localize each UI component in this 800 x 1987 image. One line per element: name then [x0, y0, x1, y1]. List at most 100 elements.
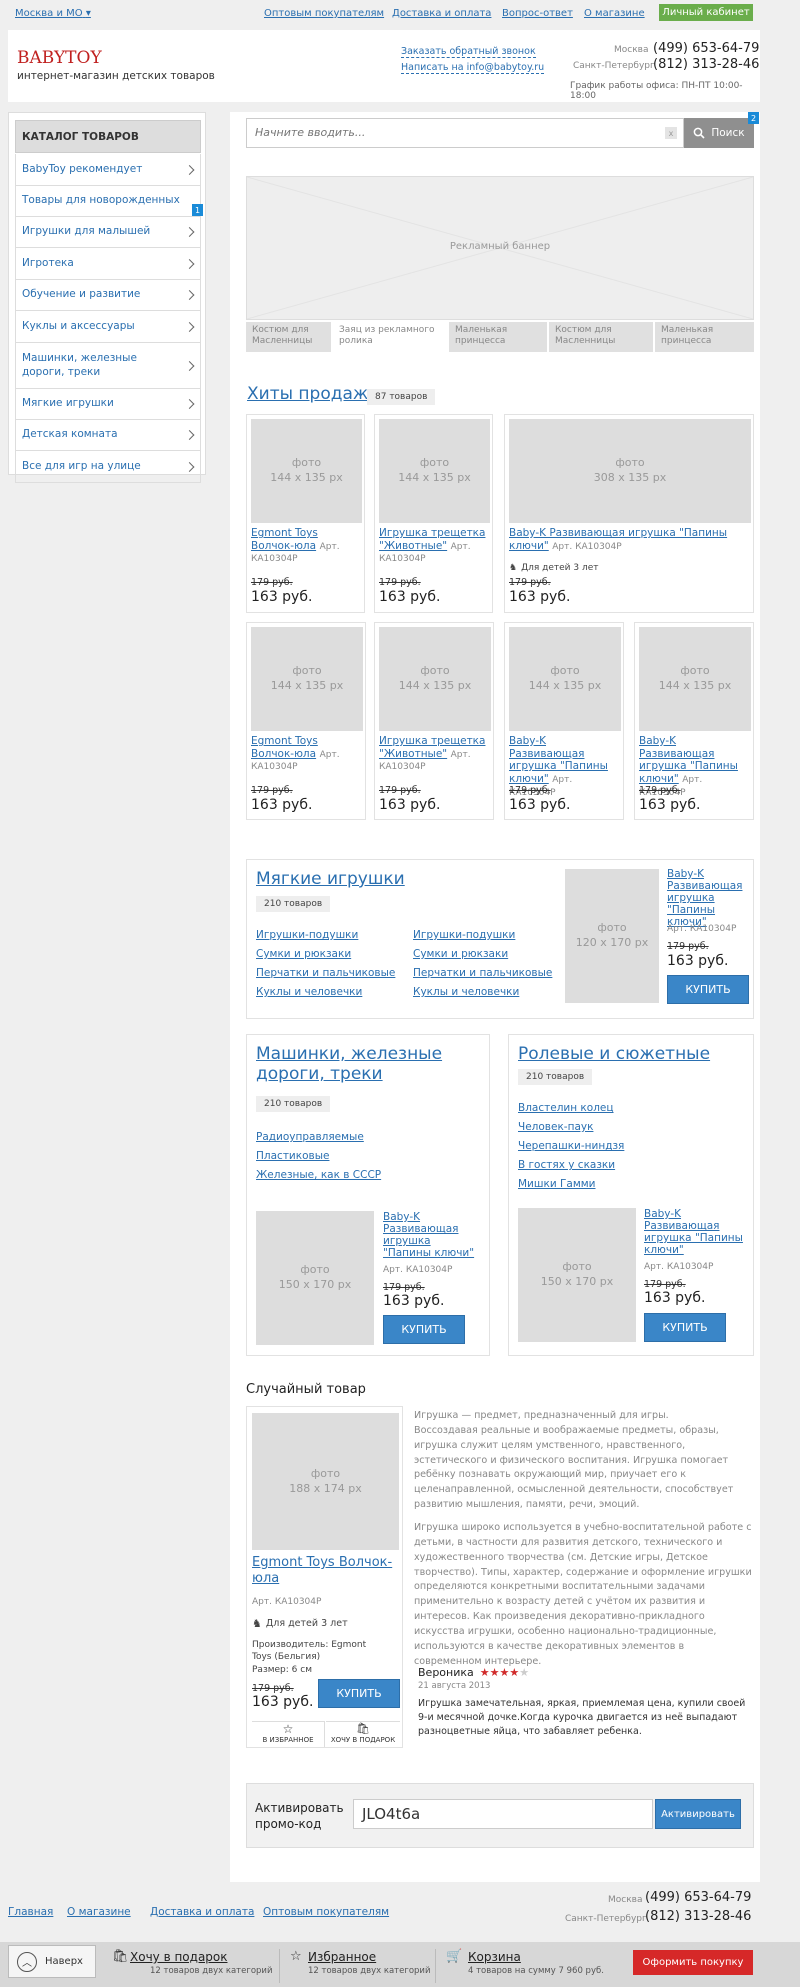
product-title[interactable]: Baby-K Развивающая игрушка "Папины ключи… [667, 868, 751, 928]
subcategory-link[interactable]: Мишки Гамми [518, 1178, 596, 1190]
callback-link[interactable]: Заказать обратный звонок [401, 46, 536, 58]
ad-banner[interactable]: Рекламный баннер [246, 176, 754, 320]
product-title[interactable]: Egmont Toys Волчок-юла [251, 527, 318, 552]
product-photo[interactable]: фото 144 x 135 px [251, 627, 363, 731]
product-photo[interactable]: фото 120 x 170 px [565, 869, 659, 1003]
banner-tab[interactable]: Заяц из рекламного ролика [333, 322, 447, 352]
chevron-right-icon [184, 290, 195, 300]
buy-button[interactable]: КУПИТЬ [644, 1313, 726, 1342]
buy-button[interactable]: КУПИТЬ [318, 1679, 400, 1708]
soft-toys-count: 210 товаров [256, 896, 331, 912]
banner-tab[interactable]: Маленькая принцесса [449, 322, 547, 352]
product-photo[interactable]: фото 144 x 135 px [379, 419, 490, 523]
photo-label: фото [419, 456, 450, 470]
sidebar-item[interactable]: Машинки, железные дороги, треки [15, 343, 201, 389]
random-heading: Случайный товар [246, 1382, 366, 1397]
sidebar-item[interactable]: Мягкие игрушки [15, 389, 201, 420]
subcategory-link[interactable]: Куклы и человечки [413, 986, 519, 998]
subcategory-link[interactable]: Игрушки-подушки [256, 929, 358, 941]
product-title[interactable]: Egmont Toys Волчок-юла [251, 735, 318, 760]
wishlist-title[interactable]: Хочу в подарок [130, 1950, 228, 1964]
footer-link[interactable]: Главная [8, 1906, 53, 1918]
footer-link[interactable]: Оптовым покупателям [263, 1906, 389, 1918]
subcategory-link[interactable]: Радиоуправляемые [256, 1131, 364, 1143]
sidebar-item[interactable]: BabyToy рекомендует [15, 154, 201, 186]
email-link[interactable]: Написать на info@babytoy.ru [401, 62, 545, 74]
product-title[interactable]: Egmont Toys Волчок-юла [252, 1555, 400, 1586]
hits-title[interactable]: Хиты продаж [247, 384, 368, 404]
subcategory-link[interactable]: Человек-паук [518, 1121, 593, 1133]
sidebar-item[interactable]: Игрушки для малышей [15, 217, 201, 248]
region-selector[interactable]: Москва и МО ▾ [15, 8, 91, 19]
wish-gift-button[interactable]: 🛍 ХОЧУ В ПОДАРОК [326, 1721, 400, 1747]
gift-icon: 🛍 [356, 1722, 370, 1735]
search-button[interactable]: Поиск [684, 118, 754, 148]
banner-tab[interactable]: Костюм для Масленницы [549, 322, 653, 352]
sidebar-item[interactable]: Товары для новорожденных [15, 186, 201, 217]
cart-title[interactable]: Корзина [468, 1950, 521, 1964]
subcategory-link[interactable]: Сумки и рюкзаки [413, 948, 508, 960]
checkout-button[interactable]: Оформить покупку [633, 1950, 753, 1975]
product-photo[interactable]: фото 144 x 135 px [639, 627, 751, 731]
subcategory-link[interactable]: Куклы и человечки [256, 986, 362, 998]
cart-widget[interactable]: 🛒 Корзина 4 товаров на сумму 7 960 руб. [446, 1949, 626, 1983]
subcategory-link[interactable]: Перчатки и пальчиковые [413, 967, 552, 979]
footer-link[interactable]: Доставка и оплата [150, 1906, 254, 1918]
activate-promo-button[interactable]: Активировать [655, 1799, 741, 1829]
soft-toys-title[interactable]: Мягкие игрушки [256, 869, 405, 889]
subcategory-link[interactable]: В гостях у сказки [518, 1159, 615, 1171]
description-paragraph: Игрушка широко используется в учебно-вос… [414, 1522, 752, 1667]
buy-button[interactable]: КУПИТЬ [383, 1315, 465, 1344]
subcategory-link[interactable]: Перчатки и пальчиковые [256, 967, 395, 979]
product-photo[interactable]: фото 150 x 170 px [518, 1208, 636, 1342]
product-title[interactable]: Baby-K Развивающая игрушка "Папины ключи… [644, 1208, 744, 1256]
chevron-right-icon [184, 430, 195, 440]
buy-button[interactable]: КУПИТЬ [667, 975, 749, 1004]
favorites-title[interactable]: Избранное [308, 1950, 376, 1964]
logo[interactable]: BABYTOY [17, 48, 102, 68]
rocking-horse-icon: ♞ [252, 1617, 262, 1630]
sidebar-item[interactable]: Обучение и развитие [15, 280, 201, 311]
cabinet-button[interactable]: Личный кабинет [659, 4, 753, 21]
age-row: ♞ Для детей 3 лет [252, 1617, 348, 1630]
product-art: Арт. КА10304Р [383, 1265, 453, 1275]
nav-link-wholesale[interactable]: Оптовым покупателям [264, 8, 384, 19]
product-photo[interactable]: фото 144 x 135 px [379, 627, 491, 731]
subcategory-link[interactable]: Пластиковые [256, 1150, 329, 1162]
product-card: фото 144 x 135 px Egmont Toys Волчок-юла А… [246, 414, 365, 613]
banner-tab[interactable]: Маленькая принцесса [655, 322, 754, 352]
product-photo[interactable]: фото 150 x 170 px [256, 1211, 374, 1345]
sidebar-item[interactable]: Куклы и аксессуары [15, 311, 201, 343]
sidebar-item[interactable]: Все для игр на улице [15, 451, 201, 483]
subcategory-link[interactable]: Железные, как в СССР [256, 1169, 381, 1181]
sidebar-item[interactable]: Игротека [15, 248, 201, 280]
wishlist-widget[interactable]: Хочу в подарок 12 товаров двух категорий… [100, 1949, 280, 1983]
subcategory-link[interactable]: Черепашки-ниндзя [518, 1140, 624, 1152]
phone-spb: (812) 313-28-46 [653, 57, 760, 72]
nav-link-about[interactable]: О магазине [584, 8, 645, 19]
scroll-to-top-button[interactable]: ︿ Наверх [8, 1945, 96, 1978]
nav-link-delivery[interactable]: Доставка и оплата [392, 8, 491, 19]
subcategory-link[interactable]: Сумки и рюкзаки [256, 948, 351, 960]
subcategory-link[interactable]: Властелин колец [518, 1102, 614, 1114]
promo-code-input[interactable]: JLO4t6a [353, 1799, 653, 1829]
banner-tab[interactable]: Костюм для Масленницы [246, 322, 331, 352]
product-title[interactable]: Baby-K Развивающая игрушка "Папины ключи… [383, 1211, 481, 1259]
add-to-favorites-button[interactable]: ☆ В ИЗБРАННОЕ [252, 1721, 325, 1747]
product-photo[interactable]: фото 308 x 135 px [509, 419, 751, 523]
product-photo[interactable]: фото 144 x 135 px [509, 627, 621, 731]
chevron-right-icon [184, 227, 195, 237]
product-photo[interactable]: фото 144 x 135 px [251, 419, 362, 523]
cars-count: 210 товаров [256, 1096, 331, 1112]
price: 163 руб. [379, 589, 441, 605]
price: 163 руб. [509, 589, 571, 605]
footer-link[interactable]: О магазине [67, 1906, 131, 1918]
subcategory-link[interactable]: Игрушки-подушки [413, 929, 515, 941]
clear-search-button[interactable]: x [665, 127, 677, 139]
cars-title[interactable]: Машинки, железные дороги, треки [256, 1044, 466, 1085]
nav-link-faq[interactable]: Вопрос-ответ [502, 8, 573, 19]
favorites-widget[interactable]: ☆ Избранное 12 товаров двух категорий [290, 1949, 436, 1983]
search-input[interactable] [247, 119, 647, 145]
product-photo[interactable]: фото 188 x 174 px [252, 1413, 399, 1550]
sidebar-item[interactable]: Детская комната [15, 420, 201, 451]
